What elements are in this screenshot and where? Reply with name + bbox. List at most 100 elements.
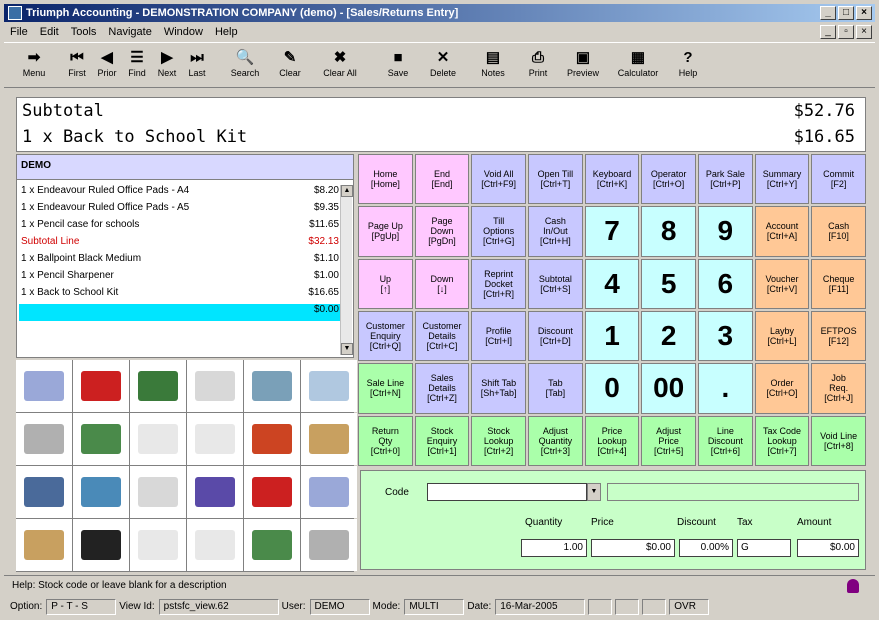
key-order-button[interactable]: Order [Ctrl+O] xyxy=(754,363,810,414)
child-minimize-button[interactable]: _ xyxy=(820,25,836,39)
key-tax-code-button[interactable]: Tax Code Lookup [Ctrl+7] xyxy=(754,415,810,466)
product-thumbnail[interactable] xyxy=(301,466,357,518)
menu-edit[interactable]: Edit xyxy=(34,26,65,38)
key-layby-button[interactable]: Layby [Ctrl+L] xyxy=(754,310,810,362)
menu-file[interactable]: File xyxy=(4,26,34,38)
key-line-button[interactable]: Line Discount [Ctrl+6] xyxy=(698,415,753,466)
key-digit-7[interactable]: 7 xyxy=(584,206,640,257)
key-keyboard-button[interactable]: Keyboard [Ctrl+K] xyxy=(584,154,640,205)
key-eftpos-button[interactable]: EFTPOS [F12] xyxy=(811,310,866,362)
sale-line[interactable]: Subtotal Line $32.13 xyxy=(19,236,341,253)
sale-line[interactable]: 1 x Pencil case for schools $11.65 xyxy=(19,219,341,236)
toolbar-save-button[interactable]: ■ Save xyxy=(378,43,418,87)
toolbar-clear-button[interactable]: ✎ Clear xyxy=(270,43,310,87)
key-park-sale-button[interactable]: Park Sale [Ctrl+P] xyxy=(698,154,753,205)
price-field[interactable]: $0.00 xyxy=(591,539,675,557)
code-input[interactable] xyxy=(427,483,587,501)
key-profile-button[interactable]: Profile [Ctrl+I] xyxy=(471,310,526,362)
key-digit-6[interactable]: 6 xyxy=(698,258,753,309)
scroll-down-icon[interactable]: ▼ xyxy=(341,343,353,355)
key-shift-tab-button[interactable]: Shift Tab [Sh+Tab] xyxy=(471,363,526,414)
product-thumbnail[interactable] xyxy=(73,519,129,571)
key-page-up-button[interactable]: Page Up [PgUp] xyxy=(358,206,413,257)
toolbar-print-button[interactable]: ⎙ Print xyxy=(518,43,558,87)
product-thumbnail[interactable] xyxy=(130,519,186,571)
product-thumbnail[interactable] xyxy=(187,519,243,571)
tax-field[interactable]: G xyxy=(737,539,791,557)
product-thumbnail[interactable] xyxy=(73,360,129,412)
assistant-icon[interactable] xyxy=(847,579,859,593)
key-digit-2[interactable]: 2 xyxy=(641,310,696,362)
toolbar-preview-button[interactable]: ▣ Preview xyxy=(558,43,608,87)
key-adjust-button[interactable]: Adjust Price [Ctrl+5] xyxy=(641,415,696,466)
toolbar-menu-button[interactable]: ➡ Menu xyxy=(14,43,54,87)
close-button[interactable]: × xyxy=(856,6,872,20)
toolbar-first-button[interactable]: ⏮ First xyxy=(62,43,92,87)
key-sale-line-button[interactable]: Sale Line [Ctrl+N] xyxy=(358,363,413,414)
product-thumbnail[interactable] xyxy=(301,360,357,412)
key-sales-button[interactable]: Sales Details [Ctrl+Z] xyxy=(414,363,470,414)
key-price-button[interactable]: Price Lookup [Ctrl+4] xyxy=(584,415,640,466)
sale-line[interactable]: 1 x Back to School Kit $16.65 xyxy=(19,287,341,304)
key-discount-button[interactable]: Discount [Ctrl+D] xyxy=(528,310,583,362)
key-subtotal-button[interactable]: Subtotal [Ctrl+S] xyxy=(528,258,583,309)
product-thumbnail[interactable] xyxy=(244,413,300,465)
key-page-button[interactable]: Page Down [PgDn] xyxy=(414,206,470,257)
toolbar-next-button[interactable]: ▶ Next xyxy=(152,43,182,87)
key-digit-9[interactable]: 9 xyxy=(698,206,753,257)
toolbar-prior-button[interactable]: ◀ Prior xyxy=(92,43,122,87)
key-digit-00[interactable]: 00 xyxy=(641,363,696,414)
product-thumbnail[interactable] xyxy=(130,360,186,412)
key-digit-5[interactable]: 5 xyxy=(641,258,696,309)
key-account-button[interactable]: Account [Ctrl+A] xyxy=(754,206,810,257)
key-digit-3[interactable]: 3 xyxy=(698,310,753,362)
key-customer-button[interactable]: Customer Details [Ctrl+C] xyxy=(414,310,470,362)
key-digit-1[interactable]: 1 xyxy=(584,310,640,362)
key-reprint-button[interactable]: Reprint Docket [Ctrl+R] xyxy=(471,258,526,309)
key-customer-button[interactable]: Customer Enquiry [Ctrl+Q] xyxy=(358,310,413,362)
product-thumbnail[interactable] xyxy=(16,466,72,518)
product-thumbnail[interactable] xyxy=(187,413,243,465)
product-thumbnail[interactable] xyxy=(301,519,357,571)
quantity-field[interactable]: 1.00 xyxy=(521,539,587,557)
key-open-till-button[interactable]: Open Till [Ctrl+T] xyxy=(528,154,583,205)
sale-lines-scrollbar[interactable]: ▲ ▼ xyxy=(340,185,353,355)
key-digit-0[interactable]: 0 xyxy=(584,363,640,414)
sale-line[interactable]: 1 x Ballpoint Black Medium $1.10 xyxy=(19,253,341,270)
menu-navigate[interactable]: Navigate xyxy=(102,26,157,38)
product-thumbnail[interactable] xyxy=(301,413,357,465)
key-adjust-button[interactable]: Adjust Quantity [Ctrl+3] xyxy=(528,415,583,466)
toolbar-search-button[interactable]: 🔍 Search xyxy=(220,43,270,87)
discount-field[interactable]: 0.00% xyxy=(679,539,733,557)
key-summary-button[interactable]: Summary [Ctrl+Y] xyxy=(754,154,810,205)
key-digit-4[interactable]: 4 xyxy=(584,258,640,309)
key-end-button[interactable]: End [End] xyxy=(414,154,470,205)
minimize-button[interactable]: _ xyxy=(820,6,836,20)
key-cash-button[interactable]: Cash In/Out [Ctrl+H] xyxy=(528,206,583,257)
sale-line[interactable]: $0.00 xyxy=(19,304,341,321)
key-return-button[interactable]: Return Qty [Ctrl+0] xyxy=(358,415,413,466)
key-job-button[interactable]: Job Req. [Ctrl+J] xyxy=(811,363,866,414)
key-home-button[interactable]: Home [Home] xyxy=(358,154,413,205)
child-close-button[interactable]: × xyxy=(856,25,872,39)
product-thumbnail[interactable] xyxy=(130,466,186,518)
sale-line[interactable]: 1 x Endeavour Ruled Office Pads - A5 $9.3… xyxy=(19,202,341,219)
key-voucher-button[interactable]: Voucher [Ctrl+V] xyxy=(754,258,810,309)
toolbar-delete-button[interactable]: ✕ Delete xyxy=(418,43,468,87)
product-thumbnail[interactable] xyxy=(16,519,72,571)
sale-line[interactable]: 1 x Pencil Sharpener $1.00 xyxy=(19,270,341,287)
scroll-up-icon[interactable]: ▲ xyxy=(341,185,353,197)
product-thumbnail[interactable] xyxy=(244,360,300,412)
product-thumbnail[interactable] xyxy=(130,413,186,465)
key-till-button[interactable]: Till Options [Ctrl+G] xyxy=(471,206,526,257)
menu-window[interactable]: Window xyxy=(158,26,209,38)
toolbar-last-button[interactable]: ⏭ Last xyxy=(182,43,212,87)
code-lookup-button[interactable]: ▼ xyxy=(587,483,601,501)
amount-field[interactable]: $0.00 xyxy=(797,539,859,557)
maximize-button[interactable]: □ xyxy=(838,6,854,20)
product-thumbnail[interactable] xyxy=(244,466,300,518)
key-stock-button[interactable]: Stock Lookup [Ctrl+2] xyxy=(471,415,526,466)
toolbar-notes-button[interactable]: ▤ Notes xyxy=(468,43,518,87)
key-digit-decimal[interactable]: . xyxy=(698,363,753,414)
key-digit-8[interactable]: 8 xyxy=(641,206,696,257)
